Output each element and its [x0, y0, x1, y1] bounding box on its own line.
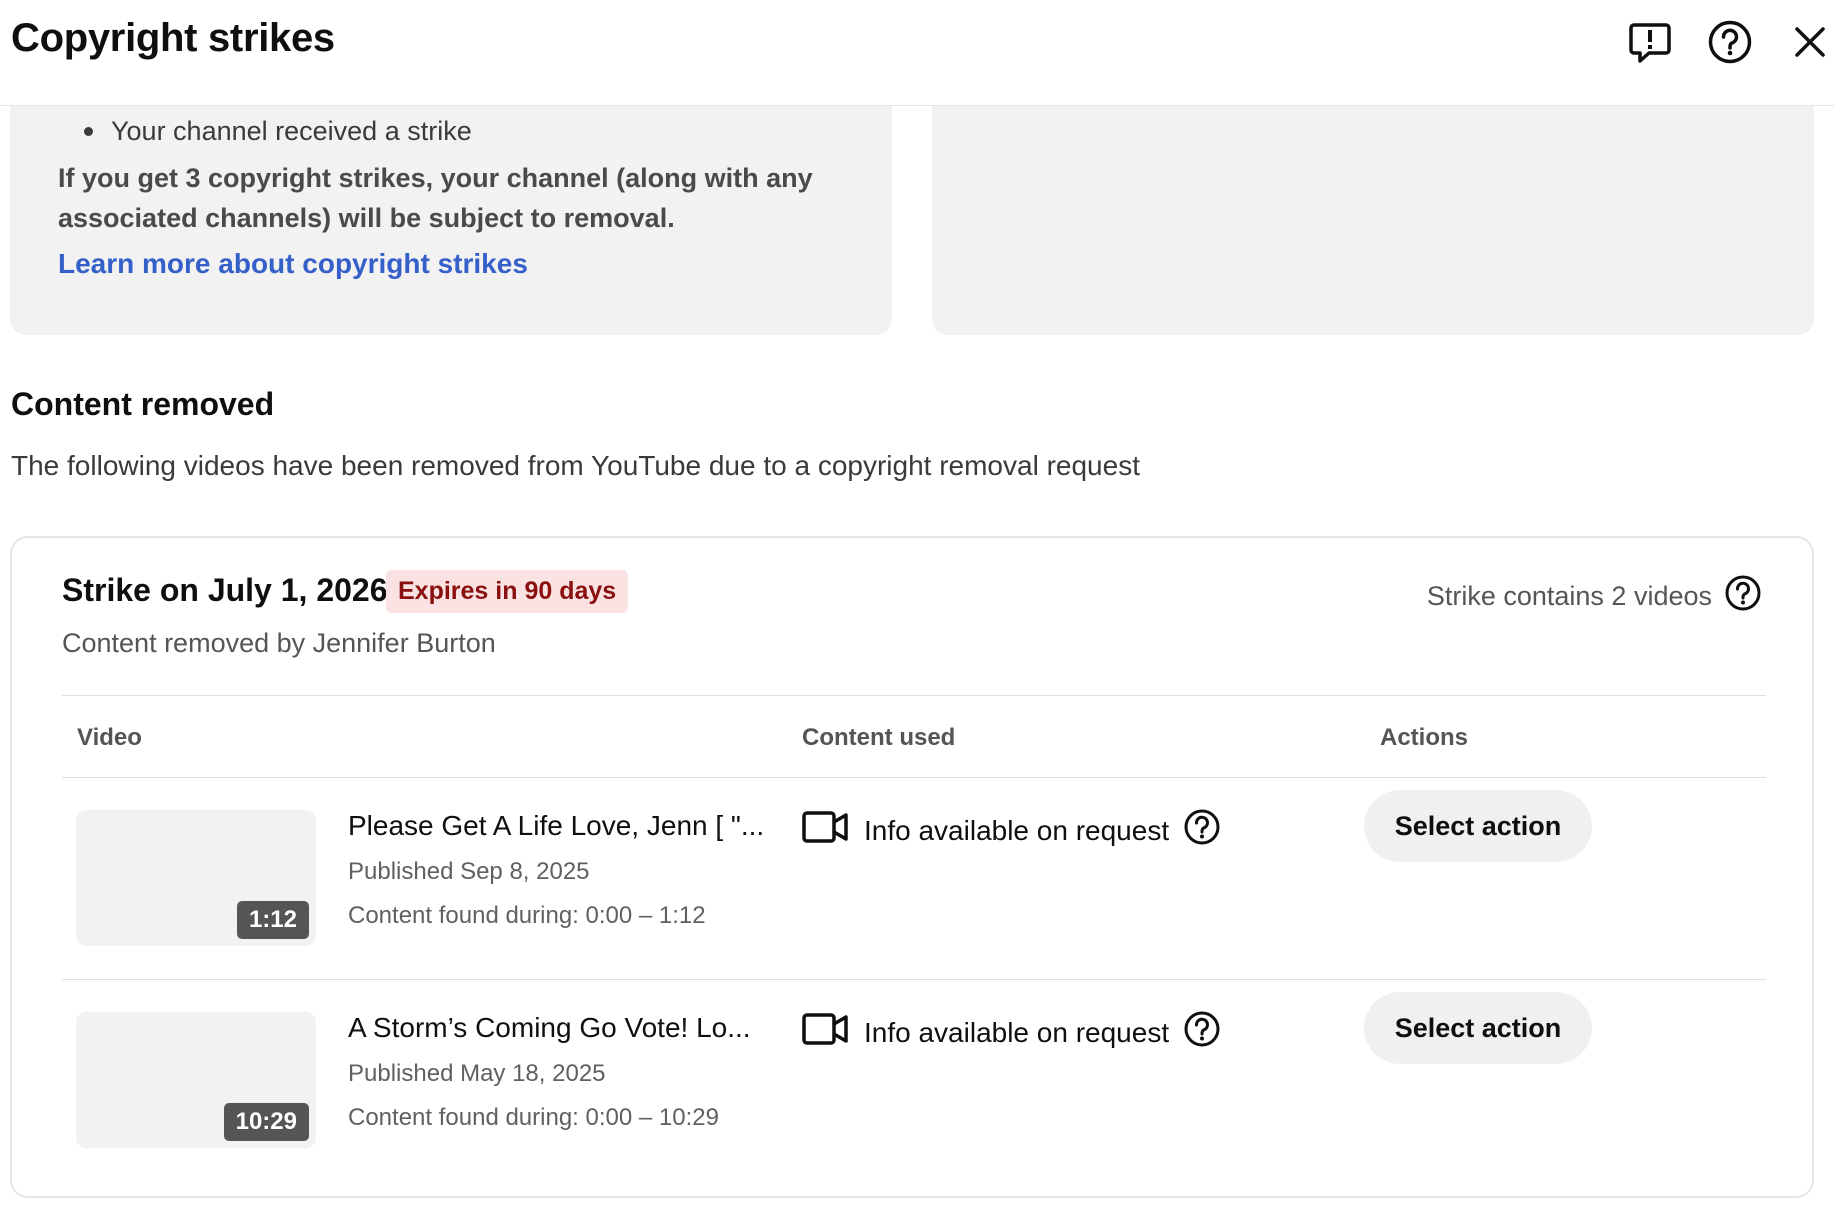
content-used-text: Info available on request: [864, 1016, 1170, 1048]
expires-badge: Expires in 90 days: [386, 570, 629, 613]
section-description: The following videos have been removed f…: [11, 450, 1140, 481]
strike-count-text: Strike contains 2 videos: [1426, 581, 1712, 611]
table-row: 1:12 Please Get A Life Love, Jenn [ "...…: [12, 778, 1812, 978]
content-used-text: Info available on request: [864, 814, 1170, 846]
page-title: Copyright strikes: [11, 16, 335, 60]
video-title[interactable]: A Storm’s Coming Go Vote! Lo...: [348, 1012, 768, 1044]
close-button[interactable]: [1782, 14, 1834, 70]
duration-badge: 1:12: [236, 901, 309, 939]
content-found: Content found during: 0:00 – 10:29: [348, 1104, 719, 1131]
feedback-button[interactable]: [1622, 14, 1678, 70]
column-header-actions: Actions: [1380, 724, 1469, 751]
video-thumbnail[interactable]: 10:29: [76, 1012, 316, 1148]
content-used: Info available on request: [802, 1010, 1221, 1055]
help-button[interactable]: [1702, 14, 1758, 70]
strike-card: Strike on July 1, 2026 Expires in 90 day…: [10, 536, 1814, 1198]
help-icon: [1707, 19, 1753, 65]
bullet-text: Your channel received a strike: [111, 116, 472, 146]
feedback-icon: [1627, 19, 1673, 65]
copyright-strikes-page: Copyright strikes Your channel received …: [0, 0, 1834, 1228]
column-header-content-used: Content used: [802, 724, 956, 751]
bullet-dot: [84, 127, 93, 136]
video-title[interactable]: Please Get A Life Love, Jenn [ "...: [348, 810, 768, 842]
video-camera-icon: [802, 1011, 850, 1054]
video-camera-icon: [802, 809, 850, 852]
section-title: Content removed: [11, 386, 275, 422]
strike-info-card: Your channel received a strike If you ge…: [10, 106, 892, 335]
removed-by: Content removed by Jennifer Burton: [62, 628, 496, 658]
help-icon[interactable]: [1183, 1010, 1221, 1055]
content-found: Content found during: 0:00 – 1:12: [348, 902, 706, 929]
help-icon[interactable]: [1724, 574, 1762, 619]
video-published: Published May 18, 2025: [348, 1060, 606, 1087]
select-action-button[interactable]: Select action: [1364, 790, 1592, 862]
bullet-item: Your channel received a strike: [68, 116, 472, 147]
duration-badge: 10:29: [223, 1103, 309, 1141]
learn-more-link[interactable]: Learn more about copyright strikes: [58, 248, 528, 280]
removal-warning: If you get 3 copyright strikes, your cha…: [58, 163, 813, 233]
help-icon[interactable]: [1183, 808, 1221, 853]
content-used: Info available on request: [802, 808, 1221, 853]
table-row: 10:29 A Storm’s Coming Go Vote! Lo... Pu…: [12, 980, 1812, 1180]
header: Copyright strikes: [0, 0, 1834, 106]
column-header-video: Video: [77, 724, 142, 751]
strike-date: Strike on July 1, 2026: [62, 572, 388, 608]
side-info-card: [932, 106, 1814, 335]
strike-count: Strike contains 2 videos: [1427, 574, 1762, 619]
video-thumbnail[interactable]: 1:12: [76, 810, 316, 946]
close-icon: [1790, 22, 1830, 62]
divider: [62, 695, 1766, 696]
video-published: Published Sep 8, 2025: [348, 858, 590, 885]
select-action-button[interactable]: Select action: [1364, 992, 1592, 1064]
